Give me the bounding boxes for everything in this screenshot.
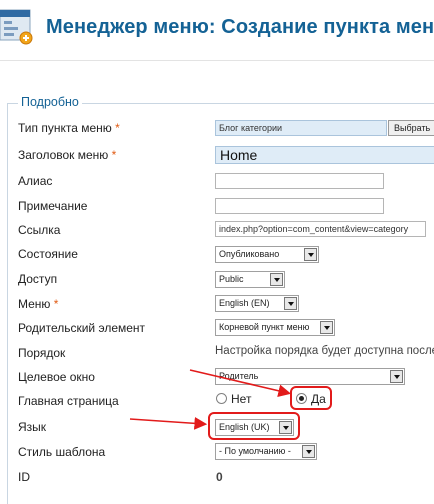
template-style-select-value: - По умолчанию - (219, 446, 291, 456)
target-window-label: Целевое окно (18, 370, 95, 384)
target-window-select[interactable]: Родитель (215, 368, 405, 385)
link-field: index.php?option=com_content&view=catego… (215, 221, 426, 237)
state-select[interactable]: Опубликовано (215, 246, 319, 263)
menu-item-type-field: Блог категории (215, 120, 387, 136)
chevron-down-icon (320, 321, 333, 334)
access-select[interactable]: Public (215, 271, 285, 288)
page-title: Менеджер меню: Создание пункта меню (46, 16, 434, 38)
note-input[interactable] (215, 198, 384, 214)
menu-item-type-label: Тип пункта меню * (18, 121, 120, 135)
order-label: Порядок (18, 346, 66, 360)
chevron-down-icon (284, 297, 297, 310)
annotation-highlight-language (208, 412, 300, 440)
alias-input[interactable] (215, 173, 384, 189)
note-label: Примечание (18, 199, 88, 213)
menu-select-value: English (EN) (219, 298, 270, 308)
state-label: Состояние (18, 247, 78, 261)
alias-label: Алиас (18, 174, 53, 188)
select-type-button[interactable]: Выбрать (388, 120, 434, 136)
link-label: Ссылка (18, 223, 61, 237)
access-select-value: Public (219, 274, 244, 284)
chevron-down-icon (304, 248, 317, 261)
id-label: ID (18, 470, 30, 484)
menu-title-label: Заголовок меню * (18, 148, 117, 162)
chevron-down-icon (302, 445, 315, 458)
template-style-select[interactable]: - По умолчанию - (215, 443, 317, 460)
page-header: Менеджер меню: Создание пункта меню (0, 0, 434, 61)
home-no-label: Нет (231, 392, 252, 406)
chevron-down-icon (270, 273, 283, 286)
target-window-select-value: Родитель (219, 371, 259, 381)
fieldset-legend: Подробно (18, 95, 82, 109)
menu-label: Меню * (18, 297, 59, 311)
menu-title-input[interactable]: Home (215, 146, 434, 164)
language-label: Язык (18, 420, 47, 434)
state-select-value: Опубликовано (219, 249, 280, 259)
menu-manager-icon (0, 9, 33, 45)
chevron-down-icon (390, 370, 403, 383)
parent-select[interactable]: Корневой пункт меню (215, 319, 335, 336)
id-value: 0 (216, 470, 223, 484)
access-label: Доступ (18, 272, 58, 286)
order-note: Настройка порядка будет доступна после (215, 345, 434, 357)
parent-label: Родительский элемент (18, 321, 146, 335)
annotation-highlight-home-yes (290, 386, 332, 410)
template-style-label: Стиль шаблона (18, 445, 106, 459)
menu-select[interactable]: English (EN) (215, 295, 299, 312)
home-no-radio[interactable] (216, 393, 227, 404)
parent-select-value: Корневой пункт меню (219, 322, 310, 332)
home-page-label: Главная страница (18, 394, 119, 408)
